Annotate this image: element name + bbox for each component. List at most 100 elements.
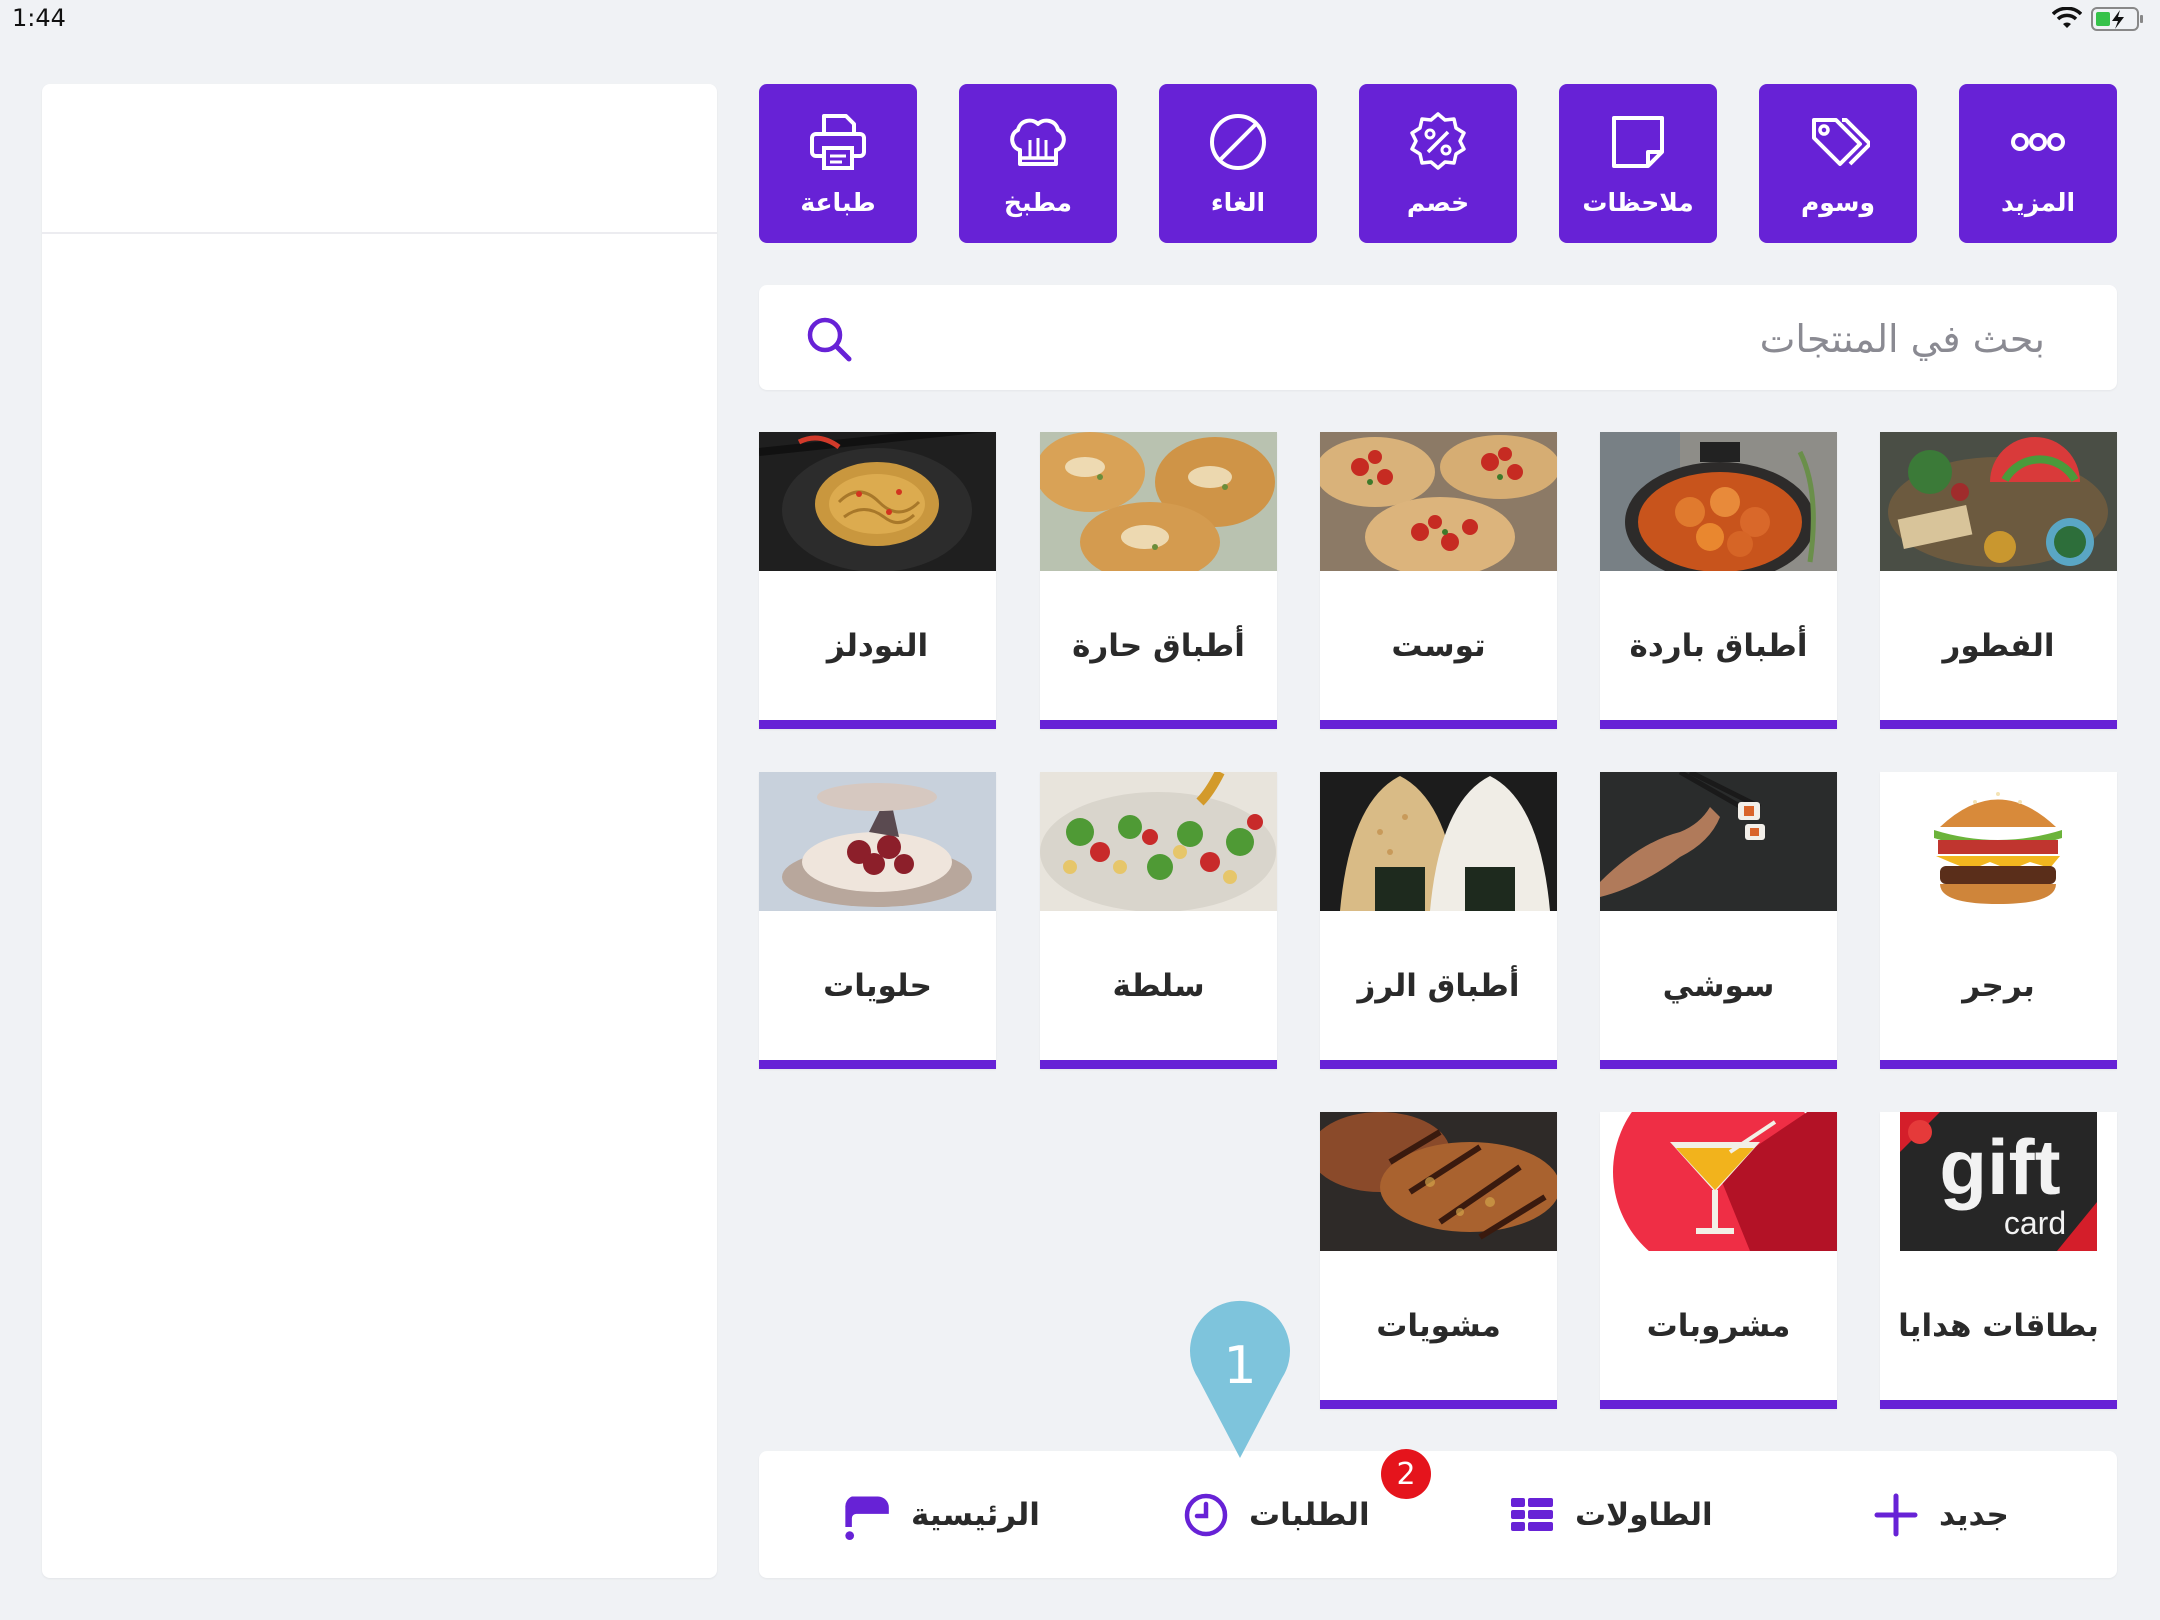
more-button[interactable]: المزيد — [1959, 84, 2117, 243]
search-input[interactable] — [943, 285, 2047, 392]
category-name: مشروبات — [1646, 1307, 1791, 1344]
more-dots-icon — [2011, 133, 2065, 151]
cancel-icon — [1210, 114, 1266, 170]
category-name: أطباق حارة — [1072, 627, 1245, 664]
category-name: برجر — [1962, 967, 2035, 1004]
category-image-desserts — [759, 772, 996, 911]
tags-icon — [1812, 118, 1870, 166]
category-rice-dishes[interactable]: أطباق الرز — [1320, 772, 1557, 1069]
category-accent-bar — [1600, 1060, 1837, 1069]
category-toast[interactable]: توست — [1320, 432, 1557, 729]
category-drinks[interactable]: مشروبات — [1600, 1112, 1837, 1409]
category-hot-dishes[interactable]: أطباق حارة — [1040, 432, 1277, 729]
annotation-marker: 1 — [1188, 1296, 1292, 1458]
category-accent-bar — [1880, 1400, 2117, 1409]
gift-card-logo-subtext: card — [2004, 1205, 2066, 1241]
nav-tables-label: الطاولات — [1575, 1496, 1713, 1533]
kitchen-button[interactable]: مطبخ — [959, 84, 1117, 243]
chef-hat-icon — [1010, 118, 1066, 166]
print-button-label: طباعة — [800, 188, 876, 217]
app-logo-icon — [845, 1496, 889, 1540]
discount-button[interactable]: خصم — [1359, 84, 1517, 243]
status-time: 1:44 — [12, 4, 66, 32]
notes-button[interactable]: ملاحظات — [1559, 84, 1717, 243]
nav-orders-label: الطلبات — [1249, 1496, 1370, 1533]
category-name: النودلز — [826, 627, 929, 664]
category-image-grills — [1320, 1112, 1557, 1251]
category-image-burger — [1880, 772, 2117, 911]
category-name: الفطور — [1942, 627, 2055, 664]
discount-icon — [1410, 112, 1466, 170]
nav-home[interactable]: الرئيسية — [841, 1451, 1040, 1578]
category-salad[interactable]: سلطة — [1040, 772, 1277, 1069]
tags-button-label: وسوم — [1800, 188, 1876, 217]
category-accent-bar — [759, 1060, 996, 1069]
category-name: مشويات — [1376, 1307, 1501, 1344]
wifi-icon — [2052, 7, 2082, 28]
bottom-navigation: جديد الطاولات الطلبات 2 الرئيسية — [759, 1449, 2117, 1578]
category-image-rice-dishes — [1320, 772, 1557, 911]
category-image-breakfast — [1880, 432, 2117, 571]
order-panel-divider — [42, 232, 717, 234]
gift-card-logo-text: gift — [1939, 1123, 2060, 1211]
order-panel — [42, 84, 717, 1578]
category-accent-bar — [1600, 720, 1837, 729]
annotation-marker-number: 1 — [1223, 1336, 1257, 1396]
category-image-drinks — [1600, 1112, 1837, 1251]
category-image-hot-dishes — [1040, 432, 1277, 571]
category-name: أطباق باردة — [1629, 627, 1808, 664]
category-name: أطباق الرز — [1357, 967, 1520, 1004]
category-noodles[interactable]: النودلز — [759, 432, 996, 729]
category-accent-bar — [1320, 1060, 1557, 1069]
print-button[interactable]: طباعة — [759, 84, 917, 243]
battery-icon — [2091, 7, 2143, 31]
nav-new[interactable]: جديد — [1873, 1451, 2009, 1578]
cancel-button-label: الغاء — [1210, 188, 1266, 217]
orders-count-badge: 2 — [1381, 1449, 1431, 1499]
plus-icon — [1874, 1493, 1918, 1536]
category-name: سلطة — [1112, 967, 1205, 1004]
product-search-bar — [759, 285, 2117, 392]
status-bar: 1:44 — [0, 0, 2160, 40]
category-accent-bar — [1600, 1400, 1837, 1409]
category-gift-cards[interactable]: gift card بطاقات هدايا — [1880, 1112, 2117, 1409]
category-image-gift-cards: gift card — [1880, 1112, 2117, 1251]
category-cold-dishes[interactable]: أطباق باردة — [1600, 432, 1837, 729]
category-accent-bar — [759, 720, 996, 729]
category-accent-bar — [1040, 1060, 1277, 1069]
category-name: سوشي — [1662, 967, 1775, 1004]
category-breakfast[interactable]: الفطور — [1880, 432, 2117, 729]
category-image-cold-dishes — [1600, 432, 1837, 571]
category-accent-bar — [1320, 720, 1557, 729]
category-sushi[interactable]: سوشي — [1600, 772, 1837, 1069]
action-toolbar: المزيد وسوم ملاحظات خصم الغاء مطبخ طباعة — [759, 84, 2117, 243]
category-name: توست — [1391, 627, 1486, 664]
kitchen-button-label: مطبخ — [1003, 188, 1073, 217]
category-name: حلويات — [823, 967, 932, 1004]
notes-button-label: ملاحظات — [1582, 188, 1694, 217]
category-name: بطاقات هدايا — [1898, 1307, 2099, 1344]
category-image-salad — [1040, 772, 1277, 911]
category-image-noodles — [759, 432, 996, 571]
discount-button-label: خصم — [1406, 188, 1470, 217]
category-accent-bar — [1880, 720, 2117, 729]
category-burger[interactable]: برجر — [1880, 772, 2117, 1069]
nav-home-label: الرئيسية — [911, 1496, 1040, 1533]
nav-orders[interactable]: الطلبات — [1183, 1451, 1370, 1578]
category-accent-bar — [1320, 1400, 1557, 1409]
tables-grid-icon — [1511, 1497, 1553, 1531]
tags-button[interactable]: وسوم — [1759, 84, 1917, 243]
search-icon[interactable] — [805, 315, 853, 363]
category-image-sushi — [1600, 772, 1837, 911]
clock-icon — [1184, 1493, 1228, 1536]
category-accent-bar — [1040, 720, 1277, 729]
more-button-label: المزيد — [2000, 188, 2076, 217]
note-icon — [1612, 116, 1664, 168]
nav-tables[interactable]: الطاولات — [1509, 1451, 1713, 1578]
printer-icon — [810, 114, 866, 170]
cancel-button[interactable]: الغاء — [1159, 84, 1317, 243]
category-image-toast — [1320, 432, 1557, 571]
category-desserts[interactable]: حلويات — [759, 772, 996, 1069]
category-grills[interactable]: مشويات — [1320, 1112, 1557, 1409]
category-accent-bar — [1880, 1060, 2117, 1069]
